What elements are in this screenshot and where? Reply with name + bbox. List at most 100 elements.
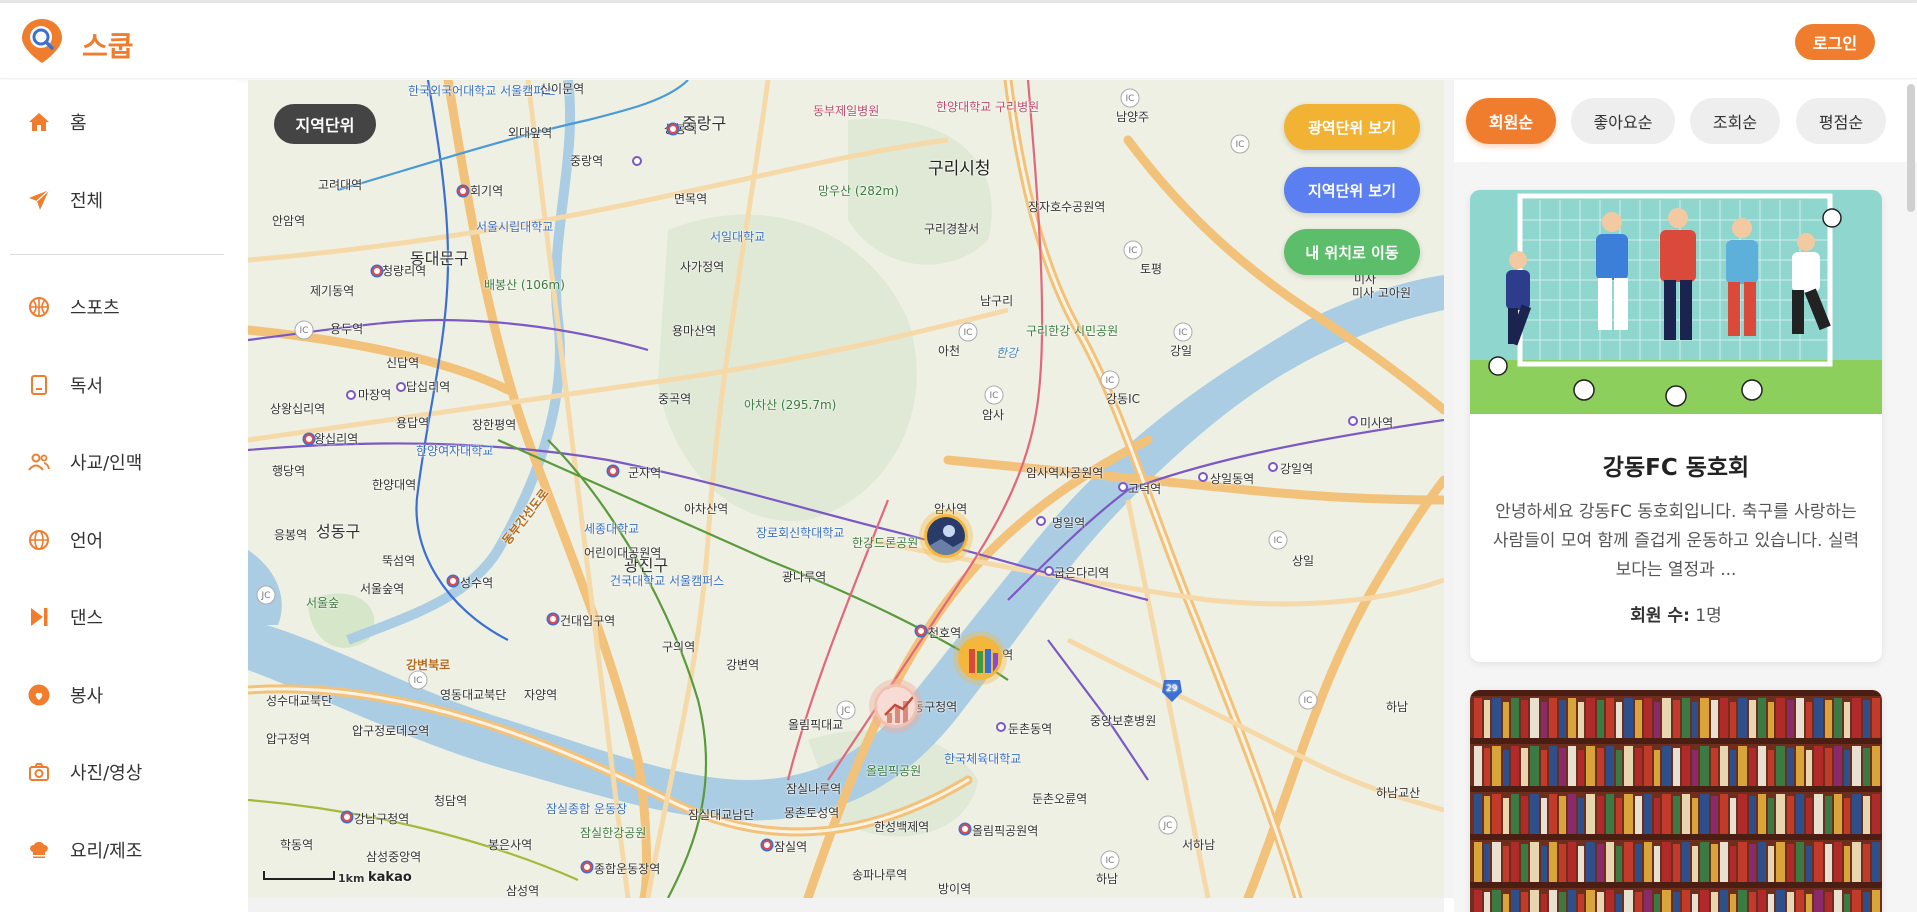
map-label[interactable]: 삼성역	[506, 882, 539, 898]
map-label[interactable]: 학동역	[280, 836, 313, 853]
map-label[interactable]: 잠실한강공원	[580, 824, 646, 841]
map-label[interactable]: 한성백제역	[874, 818, 929, 835]
map-label[interactable]: 미사역	[1360, 414, 1393, 431]
login-button[interactable]: 로그인	[1795, 24, 1875, 60]
brand-name[interactable]: 스쿱	[82, 25, 134, 65]
map-label[interactable]: 자양역	[524, 686, 557, 703]
map-label[interactable]: 구리한강 시민공원	[1026, 322, 1118, 339]
map-label[interactable]: 서울숲	[306, 594, 339, 611]
kakao-attribution[interactable]: kakao	[368, 870, 412, 885]
station-marker[interactable]	[1036, 516, 1046, 526]
map-label[interactable]: 한강드론공원	[852, 534, 918, 551]
map-label[interactable]: 봉은사역	[488, 836, 532, 853]
map-label[interactable]: 압구정로데오역	[352, 722, 429, 739]
metro-view-button[interactable]: 광역단위 보기	[1284, 104, 1420, 150]
map-label[interactable]: 외대앞역	[508, 124, 552, 141]
map-label[interactable]: 송파나루역	[852, 866, 907, 883]
map-label[interactable]: 상왕십리역	[270, 400, 325, 417]
sort-tab-views[interactable]: 조회순	[1690, 98, 1780, 144]
map-label[interactable]: 중랑역	[570, 152, 603, 169]
map-label[interactable]: 구의역	[662, 638, 695, 655]
map-label[interactable]: 종합운동장역	[594, 860, 660, 877]
map-label[interactable]: 한국체육대학교	[944, 750, 1021, 767]
station-marker[interactable]	[960, 824, 970, 834]
station-marker[interactable]	[1198, 472, 1208, 482]
station-marker[interactable]	[608, 466, 618, 476]
map-label[interactable]: 안암역	[272, 212, 305, 229]
map-label[interactable]: 신이문역	[540, 80, 584, 97]
map-label[interactable]: 아차산역	[684, 500, 728, 517]
map-label[interactable]: 서울숲역	[360, 580, 404, 597]
map-label[interactable]: 잠실역	[774, 838, 807, 855]
map-label[interactable]: 장자호수공원역	[1028, 198, 1105, 215]
map-label[interactable]: 잠실대교남단	[688, 806, 754, 823]
map-label[interactable]: 행당역	[272, 462, 305, 479]
map-label[interactable]: 구리경찰서	[924, 220, 979, 237]
club-card[interactable]	[1470, 690, 1882, 912]
station-marker[interactable]	[762, 840, 772, 850]
station-marker[interactable]	[668, 124, 678, 134]
map-label[interactable]: 신답역	[386, 354, 419, 371]
map-label[interactable]: 어린이대공원역	[584, 544, 661, 561]
club-card[interactable]: 강동FC 동호회 안녕하세요 강동FC 동호회입니다. 축구를 사랑하는 사람들…	[1470, 190, 1882, 662]
logo-icon[interactable]	[20, 17, 64, 65]
map-label[interactable]: 응봉역	[274, 526, 307, 543]
map-label[interactable]: 건국대학교 서울캠퍼스	[610, 572, 724, 589]
region-view-button[interactable]: 지역단위 보기	[1284, 167, 1420, 213]
sort-tab-members[interactable]: 회원순	[1466, 98, 1556, 144]
station-marker[interactable]	[548, 614, 558, 624]
map-label[interactable]: 면목역	[674, 190, 707, 207]
sidebar-item-dance[interactable]: 댄스	[26, 597, 103, 637]
map-label[interactable]: 회기역	[470, 182, 503, 199]
sidebar-item-all[interactable]: 전체	[26, 180, 103, 220]
station-marker[interactable]	[996, 722, 1006, 732]
map-label[interactable]: 고덕역	[1128, 480, 1161, 497]
map-label[interactable]: 굽은다리역	[1054, 564, 1109, 581]
sidebar-item-sports[interactable]: 스포츠	[26, 287, 120, 327]
map-label[interactable]: 한양여자대학교	[416, 442, 493, 459]
map-label[interactable]: 강일역	[1280, 460, 1313, 477]
map-label[interactable]: 세종대학교	[584, 520, 639, 537]
map-label[interactable]: 올림픽공원역	[972, 822, 1038, 839]
map-label[interactable]: 한국외국어대학교 서울캠퍼스	[408, 82, 555, 99]
station-marker[interactable]	[1044, 566, 1054, 576]
club-marker-photo[interactable]	[924, 514, 968, 558]
map-label[interactable]: 성수역	[460, 574, 493, 591]
sidebar-item-cooking[interactable]: 요리/제조	[26, 830, 142, 870]
map-view[interactable]: IC IC IC IC IC IC IC IC IC IC IC IC JC J…	[248, 80, 1444, 898]
club-marker-books[interactable]	[958, 636, 1002, 680]
station-marker[interactable]	[342, 812, 352, 822]
map-label[interactable]: 중곡역	[658, 390, 691, 407]
station-marker[interactable]	[632, 156, 642, 166]
map-label[interactable]: 군자역	[628, 464, 661, 481]
map-label[interactable]: 광나루역	[782, 568, 826, 585]
sort-tab-rating[interactable]: 평점순	[1796, 98, 1886, 144]
map-label[interactable]: 둔촌동역	[1008, 720, 1052, 737]
sidebar-item-photo[interactable]: 사진/영상	[26, 752, 142, 792]
sidebar-item-home[interactable]: 홈	[26, 102, 87, 142]
map-label[interactable]: 사가정역	[680, 258, 724, 275]
station-marker[interactable]	[1118, 482, 1128, 492]
map-label[interactable]: 왕십리역	[314, 430, 358, 447]
map-label[interactable]: 암사역사공원역	[1026, 464, 1103, 481]
map-label[interactable]: 명일역	[1052, 514, 1085, 531]
map-label[interactable]: 답십리역	[406, 378, 450, 395]
map-label[interactable]: 올림픽공원	[866, 762, 921, 779]
map-bottom-scrollbar[interactable]	[248, 898, 1444, 912]
map-mode-chip[interactable]: 지역단위	[274, 104, 376, 144]
map-label[interactable]: 장로회신학대학교	[756, 524, 844, 541]
station-marker[interactable]	[1348, 416, 1358, 426]
map-label[interactable]: 올림픽대교	[788, 716, 843, 733]
map-label[interactable]: 상일동역	[1210, 470, 1254, 487]
map-label[interactable]: 한양대역	[372, 476, 416, 493]
sidebar-item-reading[interactable]: 독서	[26, 365, 103, 405]
map-label[interactable]: 강변역	[726, 656, 759, 673]
map-label[interactable]: 아차산 (295.7m)	[744, 396, 836, 413]
map-label[interactable]: 성수대교북단	[266, 692, 332, 709]
map-label[interactable]: 장한평역	[472, 416, 516, 433]
club-card-title[interactable]: 강동FC 동호회	[1470, 448, 1882, 482]
sidebar-item-language[interactable]: 언어	[26, 520, 103, 560]
club-marker-chart[interactable]	[874, 684, 918, 728]
map-label[interactable]: 잠실나루역	[786, 780, 841, 797]
sidebar-item-social[interactable]: 사교/인맥	[26, 442, 142, 482]
